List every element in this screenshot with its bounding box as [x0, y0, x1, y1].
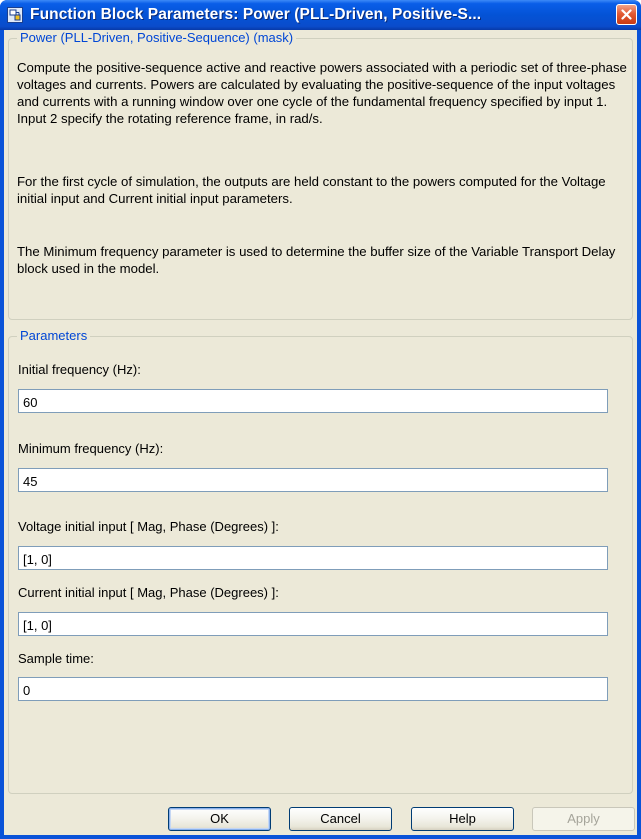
current-initial-input-label: Current initial input [ Mag, Phase (Degr…: [18, 585, 279, 600]
apply-button: Apply: [532, 807, 635, 831]
mask-description-group: Power (PLL-Driven, Positive-Sequence) (m…: [8, 30, 633, 320]
description-paragraph: The Minimum frequency parameter is used …: [17, 244, 616, 276]
window-title: Function Block Parameters: Power (PLL-Dr…: [30, 6, 482, 23]
initial-frequency-input[interactable]: [18, 389, 608, 413]
close-icon: [621, 9, 632, 20]
voltage-initial-input-label: Voltage initial input [ Mag, Phase (Degr…: [18, 519, 279, 534]
current-initial-input-field[interactable]: [18, 612, 608, 636]
sample-time-label: Sample time:: [18, 651, 94, 666]
initial-frequency-label: Initial frequency (Hz):: [18, 362, 141, 377]
parameters-group: Parameters Initial frequency (Hz): Minim…: [8, 328, 633, 794]
parameters-group-title: Parameters: [17, 328, 91, 344]
simulink-block-icon: [7, 7, 23, 23]
minimum-frequency-label: Minimum frequency (Hz):: [18, 441, 164, 456]
sample-time-input[interactable]: [18, 677, 608, 701]
dialog-body: Power (PLL-Driven, Positive-Sequence) (m…: [4, 30, 637, 835]
description-paragraph: For the first cycle of simulation, the o…: [17, 174, 606, 206]
help-button[interactable]: Help: [411, 807, 514, 831]
voltage-initial-input-field[interactable]: [18, 546, 608, 570]
close-button[interactable]: [616, 4, 637, 25]
title-bar[interactable]: Function Block Parameters: Power (PLL-Dr…: [0, 0, 641, 30]
cancel-button[interactable]: Cancel: [289, 807, 392, 831]
description-paragraph: Compute the positive-sequence active and…: [17, 60, 627, 126]
ok-button[interactable]: OK: [168, 807, 271, 831]
mask-group-title: Power (PLL-Driven, Positive-Sequence) (m…: [17, 30, 297, 46]
minimum-frequency-input[interactable]: [18, 468, 608, 492]
dialog-window: Function Block Parameters: Power (PLL-Dr…: [0, 0, 641, 839]
